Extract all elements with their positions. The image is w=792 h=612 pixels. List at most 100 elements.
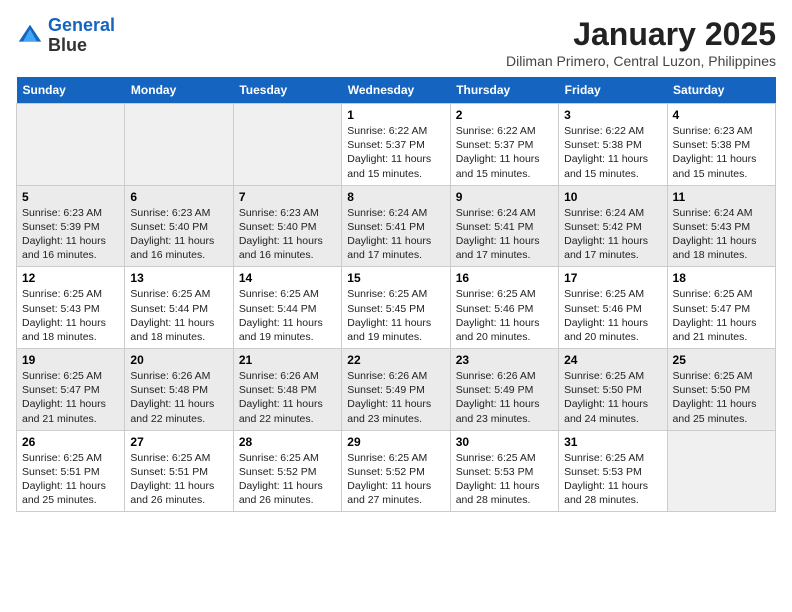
calendar-subtitle: Diliman Primero, Central Luzon, Philippi…	[506, 53, 776, 69]
day-number: 2	[456, 108, 553, 122]
day-info: Sunrise: 6:25 AM Sunset: 5:46 PM Dayligh…	[456, 287, 553, 344]
calendar-cell: 2 Sunrise: 6:22 AM Sunset: 5:37 PM Daylig…	[450, 104, 558, 186]
day-info: Sunrise: 6:25 AM Sunset: 5:53 PM Dayligh…	[456, 451, 553, 508]
calendar-cell	[233, 104, 341, 186]
day-info: Sunrise: 6:25 AM Sunset: 5:52 PM Dayligh…	[347, 451, 444, 508]
day-number: 30	[456, 435, 553, 449]
calendar-cell: 23 Sunrise: 6:26 AM Sunset: 5:49 PM Dayli…	[450, 349, 558, 431]
title-block: January 2025 Diliman Primero, Central Lu…	[506, 16, 776, 69]
weekday-header-row: SundayMondayTuesdayWednesdayThursdayFrid…	[17, 77, 776, 104]
weekday-header: Saturday	[667, 77, 775, 104]
day-number: 11	[673, 190, 770, 204]
calendar-cell: 17Sunrise: 6:25 AM Sunset: 5:46 PM Dayli…	[559, 267, 667, 349]
calendar-cell: 5 Sunrise: 6:23 AM Sunset: 5:39 PM Daylig…	[17, 185, 125, 267]
calendar-cell: 14Sunrise: 6:25 AM Sunset: 5:44 PM Dayli…	[233, 267, 341, 349]
day-number: 27	[130, 435, 227, 449]
calendar-cell: 30 Sunrise: 6:25 AM Sunset: 5:53 PM Dayli…	[450, 430, 558, 512]
weekday-header: Sunday	[17, 77, 125, 104]
day-info: Sunrise: 6:24 AM Sunset: 5:42 PM Dayligh…	[564, 206, 661, 263]
calendar-cell: 6 Sunrise: 6:23 AM Sunset: 5:40 PM Daylig…	[125, 185, 233, 267]
day-info: Sunrise: 6:24 AM Sunset: 5:41 PM Dayligh…	[456, 206, 553, 263]
day-info: Sunrise: 6:23 AM Sunset: 5:38 PM Dayligh…	[673, 124, 770, 181]
day-info: Sunrise: 6:25 AM Sunset: 5:47 PM Dayligh…	[673, 287, 770, 344]
day-info: Sunrise: 6:25 AM Sunset: 5:50 PM Dayligh…	[673, 369, 770, 426]
day-number: 16	[456, 271, 553, 285]
day-number: 13	[130, 271, 227, 285]
day-info: Sunrise: 6:22 AM Sunset: 5:37 PM Dayligh…	[456, 124, 553, 181]
calendar-week-row: 12Sunrise: 6:25 AM Sunset: 5:43 PM Dayli…	[17, 267, 776, 349]
calendar-cell: 26 Sunrise: 6:25 AM Sunset: 5:51 PM Dayli…	[17, 430, 125, 512]
logo-text: General Blue	[48, 16, 115, 56]
day-info: Sunrise: 6:26 AM Sunset: 5:48 PM Dayligh…	[130, 369, 227, 426]
day-number: 1	[347, 108, 444, 122]
day-info: Sunrise: 6:26 AM Sunset: 5:49 PM Dayligh…	[456, 369, 553, 426]
calendar-cell: 18 Sunrise: 6:25 AM Sunset: 5:47 PM Dayli…	[667, 267, 775, 349]
calendar-cell: 31 Sunrise: 6:25 AM Sunset: 5:53 PM Dayli…	[559, 430, 667, 512]
day-info: Sunrise: 6:22 AM Sunset: 5:38 PM Dayligh…	[564, 124, 661, 181]
calendar-cell	[125, 104, 233, 186]
day-number: 22	[347, 353, 444, 367]
day-info: Sunrise: 6:26 AM Sunset: 5:49 PM Dayligh…	[347, 369, 444, 426]
day-info: Sunrise: 6:24 AM Sunset: 5:43 PM Dayligh…	[673, 206, 770, 263]
calendar-week-row: 1 Sunrise: 6:22 AM Sunset: 5:37 PM Daylig…	[17, 104, 776, 186]
weekday-header: Monday	[125, 77, 233, 104]
day-number: 31	[564, 435, 661, 449]
day-number: 7	[239, 190, 336, 204]
day-info: Sunrise: 6:24 AM Sunset: 5:41 PM Dayligh…	[347, 206, 444, 263]
weekday-header: Tuesday	[233, 77, 341, 104]
weekday-header: Friday	[559, 77, 667, 104]
calendar-cell	[667, 430, 775, 512]
weekday-header: Wednesday	[342, 77, 450, 104]
day-number: 5	[22, 190, 119, 204]
day-info: Sunrise: 6:25 AM Sunset: 5:50 PM Dayligh…	[564, 369, 661, 426]
calendar-week-row: 5 Sunrise: 6:23 AM Sunset: 5:39 PM Daylig…	[17, 185, 776, 267]
calendar-cell: 8Sunrise: 6:24 AM Sunset: 5:41 PM Daylig…	[342, 185, 450, 267]
logo-icon	[16, 22, 44, 50]
calendar-cell: 19 Sunrise: 6:25 AM Sunset: 5:47 PM Dayli…	[17, 349, 125, 431]
weekday-header: Thursday	[450, 77, 558, 104]
calendar-cell: 20 Sunrise: 6:26 AM Sunset: 5:48 PM Dayli…	[125, 349, 233, 431]
day-number: 20	[130, 353, 227, 367]
day-info: Sunrise: 6:23 AM Sunset: 5:40 PM Dayligh…	[130, 206, 227, 263]
day-number: 12	[22, 271, 119, 285]
calendar-week-row: 26 Sunrise: 6:25 AM Sunset: 5:51 PM Dayli…	[17, 430, 776, 512]
day-number: 6	[130, 190, 227, 204]
calendar-cell: 21Sunrise: 6:26 AM Sunset: 5:48 PM Dayli…	[233, 349, 341, 431]
day-info: Sunrise: 6:25 AM Sunset: 5:44 PM Dayligh…	[130, 287, 227, 344]
calendar-cell: 13 Sunrise: 6:25 AM Sunset: 5:44 PM Dayli…	[125, 267, 233, 349]
day-info: Sunrise: 6:23 AM Sunset: 5:40 PM Dayligh…	[239, 206, 336, 263]
calendar-cell: 4Sunrise: 6:23 AM Sunset: 5:38 PM Daylig…	[667, 104, 775, 186]
calendar-cell: 9 Sunrise: 6:24 AM Sunset: 5:41 PM Daylig…	[450, 185, 558, 267]
day-info: Sunrise: 6:25 AM Sunset: 5:52 PM Dayligh…	[239, 451, 336, 508]
calendar-title: January 2025	[506, 16, 776, 53]
day-number: 3	[564, 108, 661, 122]
day-info: Sunrise: 6:25 AM Sunset: 5:44 PM Dayligh…	[239, 287, 336, 344]
day-number: 19	[22, 353, 119, 367]
calendar-cell: 24Sunrise: 6:25 AM Sunset: 5:50 PM Dayli…	[559, 349, 667, 431]
day-number: 18	[673, 271, 770, 285]
calendar-cell: 22 Sunrise: 6:26 AM Sunset: 5:49 PM Dayli…	[342, 349, 450, 431]
day-info: Sunrise: 6:23 AM Sunset: 5:39 PM Dayligh…	[22, 206, 119, 263]
calendar-week-row: 19 Sunrise: 6:25 AM Sunset: 5:47 PM Dayli…	[17, 349, 776, 431]
day-info: Sunrise: 6:25 AM Sunset: 5:51 PM Dayligh…	[22, 451, 119, 508]
day-number: 25	[673, 353, 770, 367]
day-number: 23	[456, 353, 553, 367]
day-number: 10	[564, 190, 661, 204]
calendar-cell: 25 Sunrise: 6:25 AM Sunset: 5:50 PM Dayli…	[667, 349, 775, 431]
day-number: 9	[456, 190, 553, 204]
day-info: Sunrise: 6:25 AM Sunset: 5:45 PM Dayligh…	[347, 287, 444, 344]
calendar-cell: 3 Sunrise: 6:22 AM Sunset: 5:38 PM Daylig…	[559, 104, 667, 186]
calendar-cell: 11 Sunrise: 6:24 AM Sunset: 5:43 PM Dayli…	[667, 185, 775, 267]
logo: General Blue	[16, 16, 115, 56]
day-number: 28	[239, 435, 336, 449]
calendar-cell: 12Sunrise: 6:25 AM Sunset: 5:43 PM Dayli…	[17, 267, 125, 349]
day-info: Sunrise: 6:25 AM Sunset: 5:46 PM Dayligh…	[564, 287, 661, 344]
day-number: 26	[22, 435, 119, 449]
day-info: Sunrise: 6:25 AM Sunset: 5:53 PM Dayligh…	[564, 451, 661, 508]
day-number: 29	[347, 435, 444, 449]
page-header: General Blue January 2025 Diliman Primer…	[16, 16, 776, 69]
calendar-cell: 10 Sunrise: 6:24 AM Sunset: 5:42 PM Dayli…	[559, 185, 667, 267]
day-info: Sunrise: 6:25 AM Sunset: 5:47 PM Dayligh…	[22, 369, 119, 426]
day-info: Sunrise: 6:26 AM Sunset: 5:48 PM Dayligh…	[239, 369, 336, 426]
calendar-cell: 28 Sunrise: 6:25 AM Sunset: 5:52 PM Dayli…	[233, 430, 341, 512]
